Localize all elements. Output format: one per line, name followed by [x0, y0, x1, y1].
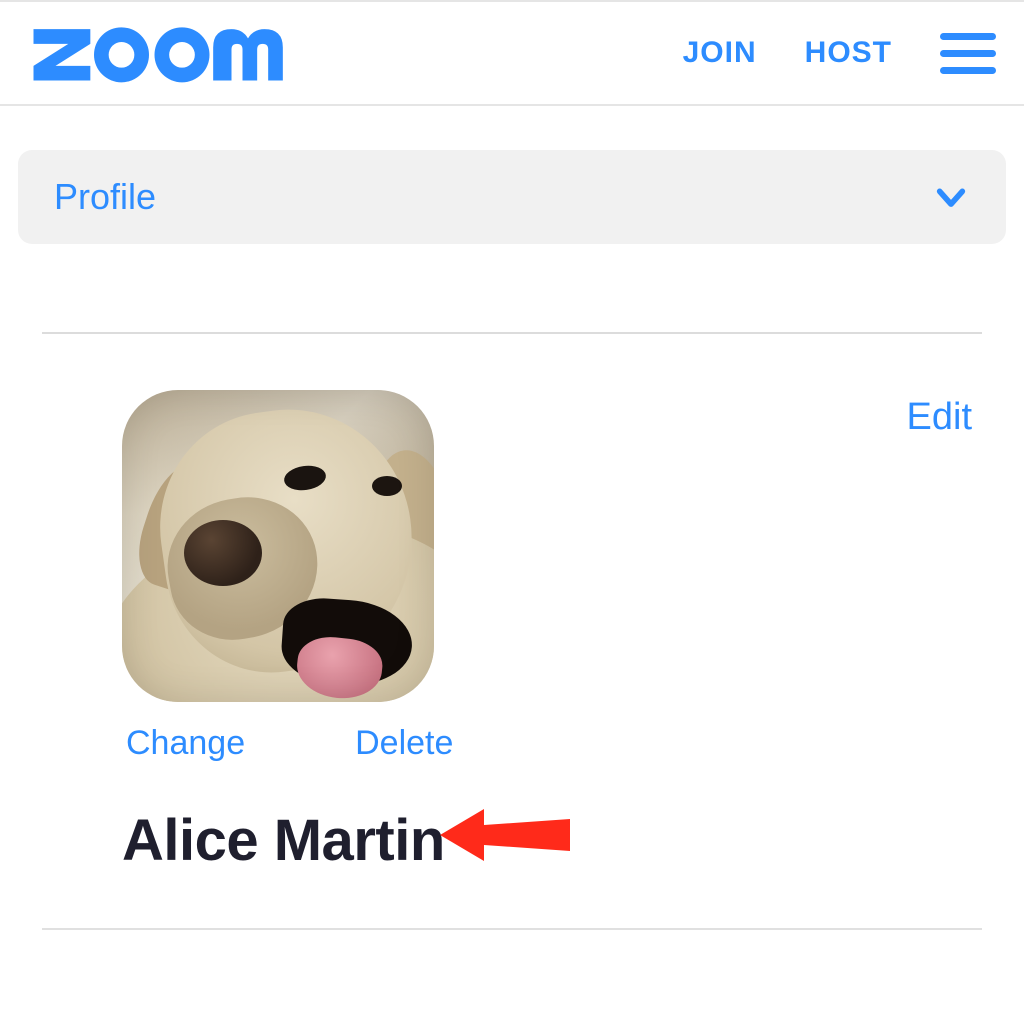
change-avatar-link[interactable]: Change — [126, 724, 245, 763]
page-content: Profile — [0, 106, 1024, 930]
section-dropdown[interactable]: Profile — [18, 150, 1006, 244]
avatar-image — [122, 390, 434, 702]
profile-section: Change Delete Edit Alice Martin — [18, 244, 1006, 930]
menu-icon[interactable] — [940, 29, 996, 78]
section-dropdown-label: Profile — [54, 176, 156, 218]
host-link[interactable]: HOST — [805, 36, 892, 70]
top-bar: JOIN HOST — [0, 0, 1024, 106]
edit-profile-link[interactable]: Edit — [907, 390, 982, 439]
display-name: Alice Martin — [42, 807, 982, 874]
top-bar-right: JOIN HOST — [683, 29, 996, 78]
divider — [42, 928, 982, 930]
avatar-actions: Change Delete — [122, 724, 453, 763]
delete-avatar-link[interactable]: Delete — [355, 724, 453, 763]
join-link[interactable]: JOIN — [683, 36, 757, 70]
zoom-logo[interactable] — [28, 20, 303, 86]
profile-row: Change Delete Edit — [42, 334, 982, 763]
chevron-down-icon — [932, 178, 970, 216]
avatar-column: Change Delete — [42, 390, 453, 763]
